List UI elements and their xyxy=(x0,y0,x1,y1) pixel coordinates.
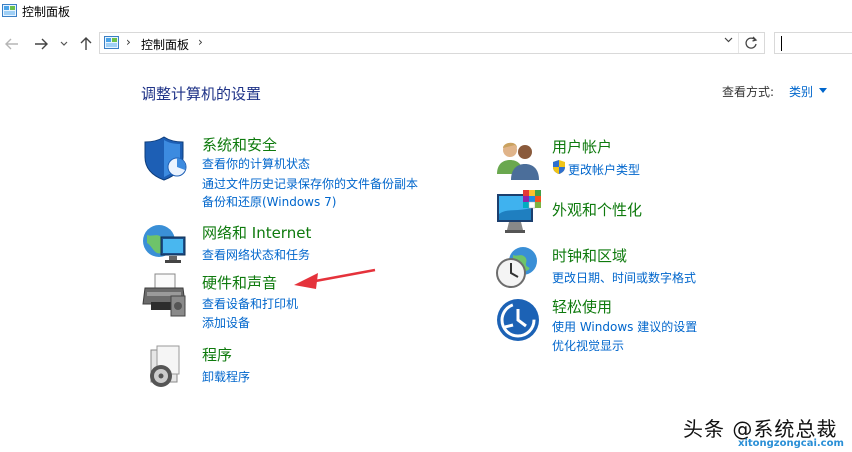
link-uninstall-program[interactable]: 卸载程序 xyxy=(202,368,250,385)
page-title: 调整计算机的设置 xyxy=(141,85,262,103)
chevron-down-icon xyxy=(60,41,68,46)
uac-shield-icon xyxy=(553,160,565,174)
users-icon[interactable] xyxy=(495,136,541,182)
category-system-security[interactable]: 系统和安全 xyxy=(202,134,277,155)
category-ease-of-access[interactable]: 轻松使用 xyxy=(552,296,612,317)
address-divider xyxy=(738,33,739,53)
category-clock-region[interactable]: 时钟和区域 xyxy=(552,245,627,266)
link-view-computer-status[interactable]: 查看你的计算机状态 xyxy=(202,155,310,172)
forward-arrow-icon xyxy=(35,38,48,50)
category-network-internet[interactable]: 网络和 Internet xyxy=(202,222,311,243)
monitor-color-icon[interactable] xyxy=(495,190,541,236)
category-hardware-sound[interactable]: 硬件和声音 xyxy=(202,272,277,293)
category-user-accounts[interactable]: 用户帐户 xyxy=(552,136,612,157)
breadcrumb-separator[interactable]: › xyxy=(126,35,131,49)
breadcrumb-control-panel[interactable]: 控制面板 xyxy=(141,36,189,53)
forward-button[interactable] xyxy=(32,34,50,54)
category-appearance[interactable]: 外观和个性化 xyxy=(552,199,642,220)
printer-icon[interactable] xyxy=(141,272,187,318)
link-backup-restore[interactable]: 备份和还原(Windows 7) xyxy=(202,193,336,210)
recent-locations-button[interactable] xyxy=(58,34,70,54)
navigation-bar: › 控制面板 › xyxy=(0,28,852,60)
up-button[interactable] xyxy=(77,34,95,54)
refresh-icon[interactable] xyxy=(743,36,759,50)
search-input[interactable] xyxy=(774,32,852,54)
link-file-history[interactable]: 通过文件历史记录保存你的文件备份副本 xyxy=(202,175,418,192)
window-title: 控制面板 xyxy=(22,5,71,19)
address-bar[interactable]: › 控制面板 › xyxy=(99,32,765,54)
link-add-device[interactable]: 添加设备 xyxy=(202,314,250,331)
link-change-account-type[interactable]: 更改帐户类型 xyxy=(568,161,640,178)
clock-globe-icon[interactable] xyxy=(495,245,541,291)
link-devices-printers[interactable]: 查看设备和打印机 xyxy=(202,295,298,312)
address-dropdown-icon[interactable] xyxy=(724,37,733,43)
watermark-url: xitongzongcai.com xyxy=(738,438,844,449)
link-optimize-visual-display[interactable]: 优化视觉显示 xyxy=(552,337,624,354)
link-recommended-settings[interactable]: 使用 Windows 建议的设置 xyxy=(552,318,697,335)
back-arrow-icon xyxy=(5,38,18,50)
ease-of-access-icon[interactable] xyxy=(495,297,541,343)
link-network-status[interactable]: 查看网络状态和任务 xyxy=(202,246,310,263)
control-panel-icon xyxy=(2,4,17,17)
up-arrow-icon xyxy=(80,37,92,50)
red-arrow-annotation xyxy=(294,268,376,289)
control-panel-icon xyxy=(104,36,119,49)
shield-icon[interactable] xyxy=(141,135,187,181)
breadcrumb-separator[interactable]: › xyxy=(198,35,203,49)
category-programs[interactable]: 程序 xyxy=(202,344,232,365)
back-button[interactable] xyxy=(3,34,21,54)
link-change-date-time[interactable]: 更改日期、时间或数字格式 xyxy=(552,269,696,286)
programs-disc-icon[interactable] xyxy=(141,344,187,390)
view-by-label: 查看方式: xyxy=(722,85,775,99)
caret-down-icon[interactable] xyxy=(819,88,827,93)
title-bar: 控制面板 xyxy=(0,0,852,28)
text-caret xyxy=(781,36,782,51)
view-by-dropdown[interactable]: 类别 xyxy=(789,83,813,100)
network-globe-icon[interactable] xyxy=(141,221,187,267)
